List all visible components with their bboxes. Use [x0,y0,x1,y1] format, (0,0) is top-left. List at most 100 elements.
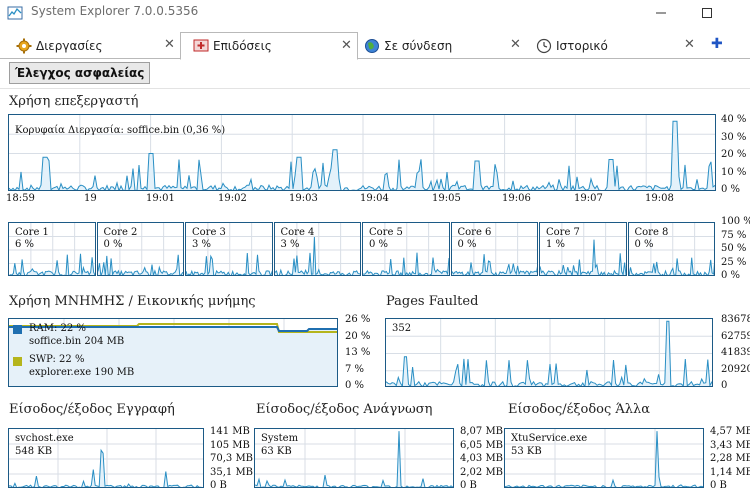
core-value: 6 % [15,239,35,250]
y-axis-tick: 0 [721,380,728,391]
core-value: 0 % [369,239,389,250]
core-name: Core 3 [192,227,226,238]
y-axis-tick: 100 % [721,216,750,227]
app-icon [7,6,23,20]
ram-process: soffice.bin 204 MB [29,336,125,347]
time-axis-tick: 19:07 [574,193,603,204]
y-axis-tick: 30 % [721,131,747,143]
core-graph: Core 20 % [96,222,184,276]
y-axis-tick: 0 B [710,480,727,491]
minimize-button[interactable] [638,0,684,26]
y-axis-tick: 20 % [721,149,747,160]
tab-close-button[interactable]: ✕ [164,37,175,52]
y-axis-tick: 0 B [460,480,477,491]
time-axis-tick: 18:59 [6,193,35,204]
add-tab-icon[interactable]: ✚ [711,36,723,52]
core-graph: Core 50 % [362,222,450,276]
y-axis-tick: 62759 [721,330,750,342]
title-bar: System Explorer 7.0.0.5356 [0,0,750,26]
core-name: Core 6 [457,227,492,238]
swp-swatch [13,357,22,366]
io-other-graph: XtuService.exe 53 KB [504,428,704,488]
maximize-icon [702,8,712,18]
cpu-title: Χρήση επεξεργαστή [9,94,139,109]
window-title: System Explorer 7.0.0.5356 [31,4,199,18]
io-write-graph: svchost.exe 548 KB [8,428,204,488]
tab-bar: Διεργασίες ✕ Επιδόσεις ✕ Σε σύνδεση ✕ Ισ… [0,32,750,60]
tab-history[interactable]: Ιστορικό ✕ [530,32,706,59]
core-value: 0 % [103,239,123,250]
core-name: Core 7 [546,227,580,238]
tab-performance[interactable]: Επιδόσεις ✕ [180,32,358,60]
y-axis-tick: 83678 [721,314,750,325]
toolbar: Έλεγχος ασφαλείας [0,60,750,86]
clock-icon [536,38,552,53]
core-name: Core 8 [634,227,669,238]
tab-close-button[interactable]: ✕ [684,37,695,52]
y-axis-tick: 105 MB [210,439,250,451]
core-value: 3 % [280,239,300,250]
y-axis-tick: 0 B [210,480,227,491]
time-axis-tick: 19:08 [645,193,674,204]
core-graph: Core 60 % [450,222,538,276]
y-axis-tick: 40 % [721,114,747,125]
y-axis-tick: 4,03 MB [460,453,504,464]
y-axis-tick: 20920 [721,363,750,375]
y-axis-tick: 3,43 MB [710,439,750,451]
y-axis-tick: 50 % [721,243,747,254]
core-value: 0 % [457,239,477,250]
pages-faulted-title: Pages Faulted [386,294,479,309]
core-value: 0 % [634,239,654,250]
tab-close-button[interactable]: ✕ [341,38,352,53]
security-check-button[interactable]: Έλεγχος ασφαλείας [9,62,151,84]
io-other-value: 53 KB [511,446,542,457]
y-axis-tick: 8,07 MB [460,426,504,437]
time-axis-tick: 19:01 [146,193,175,204]
y-axis-tick: 20 % [345,330,371,342]
io-read-graph: System 63 KB [254,428,454,488]
y-axis-tick: 35,1 MB [210,466,254,478]
y-axis-tick: 26 % [345,314,371,325]
y-axis-tick: 13 % [345,347,371,358]
swp-label: SWP: 22 % [29,354,85,365]
time-axis-tick: 19:06 [502,193,531,204]
core-name: Core 1 [15,227,49,238]
y-axis-tick: 6,05 MB [460,439,504,451]
tab-label: Διεργασίες [36,38,103,53]
y-axis-tick: 10 % [721,166,747,178]
y-axis-tick: 2,28 MB [710,453,750,464]
tab-label: Σε σύνδεση [384,38,453,53]
y-axis-tick: 41839 [721,347,750,358]
io-read-title: Είσοδος/έξοδος Ανάγνωση [256,402,433,417]
tab-label: Ιστορικό [556,38,608,53]
tab-online[interactable]: Σε σύνδεση ✕ [358,32,530,59]
pages-faulted-canvas [386,319,712,386]
tab-processes[interactable]: Διεργασίες ✕ [0,32,178,59]
y-axis-tick: 141 MB [210,426,250,437]
io-other-process: XtuService.exe [511,433,588,444]
time-axis-tick: 19 [84,193,97,204]
time-axis-tick: 19:05 [432,193,461,204]
tab-close-button[interactable]: ✕ [510,37,521,52]
core-name: Core 2 [103,227,138,238]
y-axis-tick: 25 % [721,256,747,268]
cpu-top-process: Κορυφαία Διεργασία: soffice.bin (0,36 %) [15,125,226,136]
memory-title: Χρήση ΜΝΗΜΗΣ / Εικονικής μνήμης [9,294,256,309]
core-value: 3 % [192,239,212,250]
io-write-title: Είσοδος/έξοδος Εγγραφή [9,402,175,417]
time-axis-tick: 19:02 [218,193,247,204]
maximize-button[interactable] [684,0,730,26]
time-axis-tick: 19:03 [289,193,318,204]
core-graph: Core 43 % [273,222,361,276]
globe-icon [365,38,379,53]
time-axis-tick: 19:04 [360,193,389,204]
io-write-value: 548 KB [15,446,53,457]
y-axis-tick: 75 % [721,229,747,241]
y-axis-tick: 4,57 MB [710,426,750,437]
core-graph: Core 33 % [185,222,273,276]
y-axis-tick: 1,14 MB [710,466,750,478]
y-axis-tick: 7 % [345,363,365,375]
io-read-value: 63 KB [261,446,292,457]
y-axis-tick: 0 % [721,184,741,195]
y-axis-tick: 0 % [721,270,741,281]
